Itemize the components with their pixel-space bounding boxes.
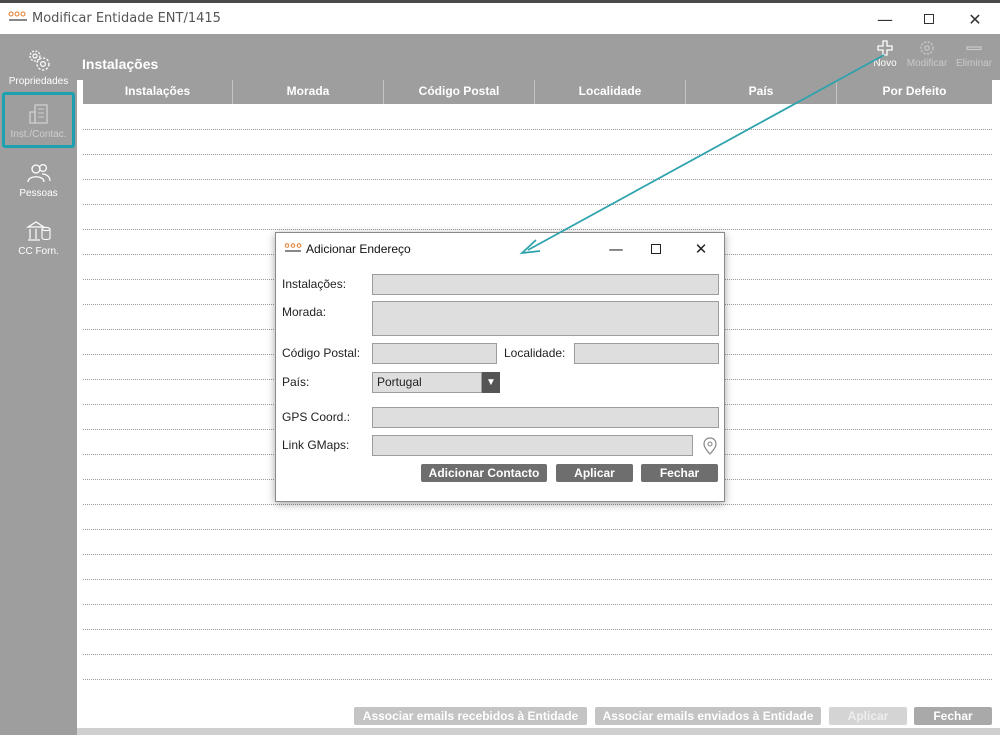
localidade-label: Localidade: [504,346,566,360]
close-window-button[interactable]: ✕ [952,7,998,31]
app-logo-icon [284,243,302,252]
dialog-close-button[interactable]: ✕ [679,237,723,261]
instalacoes-input[interactable] [372,274,719,295]
table-header: Instalações Morada Código Postal Localid… [83,80,992,104]
table-row [83,629,992,630]
table-row [83,654,992,655]
dialog-apply-button[interactable]: Aplicar [556,464,633,482]
sidebar-item-inst-contac[interactable]: Inst./Contac. [2,92,75,148]
apply-button[interactable]: Aplicar [829,707,907,725]
sidebar-item-propriedades[interactable]: Propriedades [2,40,75,96]
close-icon: ✕ [968,9,982,29]
assoc-sent-emails-button[interactable]: Associar emails enviados à Entidade [595,707,821,725]
col-morada[interactable]: Morada [233,80,384,104]
table-row [83,529,992,530]
novo-button[interactable]: Novo [863,40,907,69]
morada-input[interactable] [372,301,719,336]
dialog-close-action-button[interactable]: Fechar [641,464,718,482]
localidade-input[interactable] [574,343,719,364]
add-contact-button[interactable]: Adicionar Contacto [421,464,547,482]
table-row [83,179,992,180]
maximize-icon [651,244,661,254]
building-icon [28,104,48,124]
novo-label: Novo [873,58,897,69]
gps-label: GPS Coord.: [282,410,351,424]
codigo-postal-label: Código Postal: [282,346,361,360]
sidebar-item-cc-forn[interactable]: CC Forn. [2,212,75,268]
gear-cluster-icon [28,50,50,71]
col-por-defeito[interactable]: Por Defeito [837,80,992,104]
col-instalacoes[interactable]: Instalações [83,80,233,104]
instalacoes-label: Instalações: [282,277,347,291]
content-header: Instalações Novo Modificar Eliminar [77,34,1000,80]
pais-label: País: [282,375,310,389]
minimize-icon: — [608,240,624,258]
plus-icon [877,40,893,56]
pais-select[interactable]: Portugal [372,372,482,393]
sidebar: Propriedades Inst./Contac. Pessoas CC Fo… [0,34,77,735]
sidebar-item-label: CC Forn. [18,246,59,257]
app-logo-icon [8,11,27,21]
maximize-icon [924,14,934,24]
chevron-down-icon[interactable]: ▼ [482,372,500,393]
window-titlebar: Modificar Entidade ENT/1415 — ✕ [0,0,1000,34]
bottom-strip [77,728,1000,735]
eliminar-button[interactable]: Eliminar [952,40,996,69]
col-localidade[interactable]: Localidade [535,80,686,104]
table-row [83,154,992,155]
gmaps-input[interactable] [372,435,693,456]
sidebar-item-pessoas[interactable]: Pessoas [2,154,75,210]
table-row [83,604,992,605]
table-row [83,579,992,580]
people-icon [26,163,51,183]
minimize-button[interactable]: — [862,7,908,31]
codigo-postal-input[interactable] [372,343,497,364]
col-pais[interactable]: País [686,80,837,104]
table-row [83,554,992,555]
table-row [83,229,992,230]
sidebar-item-label: Pessoas [19,188,58,199]
map-pin-icon[interactable] [703,437,717,455]
gear-icon [920,41,934,55]
table-row [83,204,992,205]
eliminar-label: Eliminar [955,58,993,69]
sidebar-item-label: Inst./Contac. [10,129,67,140]
window-title: Modificar Entidade ENT/1415 [32,11,221,26]
table-row [83,129,992,130]
add-address-dialog: Adicionar Endereço — ✕ Instalações: Mora… [275,232,725,502]
modificar-button[interactable]: Modificar [905,40,949,69]
maximize-button[interactable] [906,7,952,31]
dialog-maximize-button[interactable] [634,237,678,261]
dialog-minimize-button[interactable]: — [594,237,638,261]
gmaps-label: Link GMaps: [282,438,350,452]
page-title: Instalações [82,56,159,72]
gps-input[interactable] [372,407,719,428]
minus-icon [966,46,982,51]
morada-label: Morada: [282,305,327,319]
dialog-title: Adicionar Endereço [306,242,411,256]
close-button[interactable]: Fechar [914,707,992,725]
table-row [83,679,992,680]
minimize-icon: — [877,9,893,29]
sidebar-item-label: Propriedades [8,76,69,87]
assoc-received-emails-button[interactable]: Associar emails recebidos à Entidade [354,707,587,725]
modificar-label: Modificar [906,58,948,69]
table-row [83,504,992,505]
close-icon: ✕ [694,240,708,258]
bank-coins-icon [25,221,51,241]
col-codigo-postal[interactable]: Código Postal [384,80,535,104]
